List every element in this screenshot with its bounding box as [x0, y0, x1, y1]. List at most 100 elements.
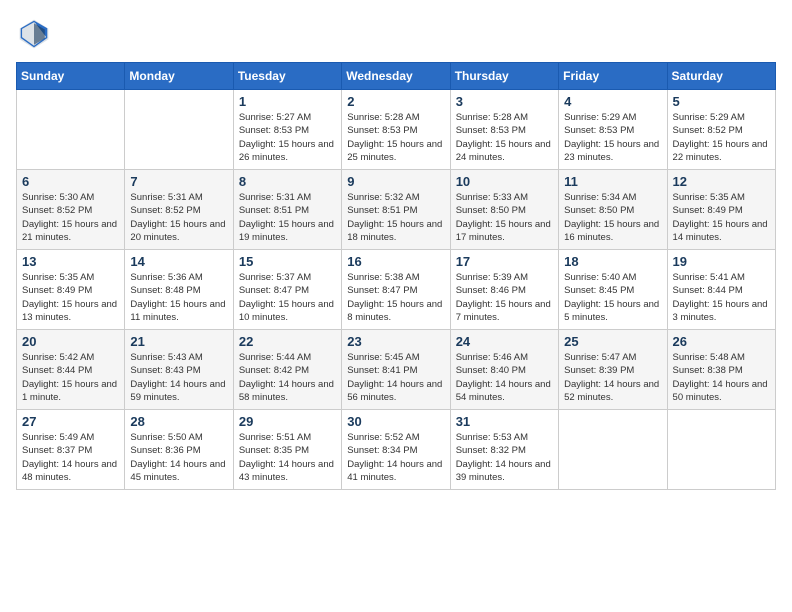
day-number: 21 [130, 334, 227, 349]
page-header [16, 16, 776, 52]
logo-icon [16, 16, 52, 52]
calendar-cell: 3 Sunrise: 5:28 AMSunset: 8:53 PMDaylight… [450, 90, 558, 170]
weekday-header-row: SundayMondayTuesdayWednesdayThursdayFrid… [17, 63, 776, 90]
day-info: Sunrise: 5:47 AMSunset: 8:39 PMDaylight:… [564, 351, 661, 404]
calendar-cell: 14 Sunrise: 5:36 AMSunset: 8:48 PMDayligh… [125, 250, 233, 330]
day-number: 7 [130, 174, 227, 189]
day-number: 13 [22, 254, 119, 269]
day-number: 1 [239, 94, 336, 109]
calendar-cell: 18 Sunrise: 5:40 AMSunset: 8:45 PMDayligh… [559, 250, 667, 330]
day-number: 22 [239, 334, 336, 349]
calendar-cell: 29 Sunrise: 5:51 AMSunset: 8:35 PMDayligh… [233, 410, 341, 490]
weekday-header-sunday: Sunday [17, 63, 125, 90]
day-info: Sunrise: 5:38 AMSunset: 8:47 PMDaylight:… [347, 271, 444, 324]
day-number: 6 [22, 174, 119, 189]
day-info: Sunrise: 5:40 AMSunset: 8:45 PMDaylight:… [564, 271, 661, 324]
calendar-cell: 31 Sunrise: 5:53 AMSunset: 8:32 PMDayligh… [450, 410, 558, 490]
day-info: Sunrise: 5:27 AMSunset: 8:53 PMDaylight:… [239, 111, 336, 164]
calendar-cell: 15Sunrise: 5:37 AMSunset: 8:47 PMDayligh… [233, 250, 341, 330]
day-info: Sunrise: 5:31 AMSunset: 8:52 PMDaylight:… [130, 191, 227, 244]
day-number: 11 [564, 174, 661, 189]
calendar-cell: 7 Sunrise: 5:31 AMSunset: 8:52 PMDaylight… [125, 170, 233, 250]
day-info: Sunrise: 5:31 AMSunset: 8:51 PMDaylight:… [239, 191, 336, 244]
calendar-cell [17, 90, 125, 170]
day-info: Sunrise: 5:51 AMSunset: 8:35 PMDaylight:… [239, 431, 336, 484]
day-number: 31 [456, 414, 553, 429]
day-info: Sunrise: 5:46 AMSunset: 8:40 PMDaylight:… [456, 351, 553, 404]
calendar-cell: 5Sunrise: 5:29 AMSunset: 8:52 PMDaylight… [667, 90, 775, 170]
weekday-header-thursday: Thursday [450, 63, 558, 90]
day-number: 3 [456, 94, 553, 109]
day-number: 14 [130, 254, 227, 269]
day-info: Sunrise: 5:49 AMSunset: 8:37 PMDaylight:… [22, 431, 119, 484]
day-number: 8 [239, 174, 336, 189]
calendar-cell: 6 Sunrise: 5:30 AMSunset: 8:52 PMDaylight… [17, 170, 125, 250]
day-info: Sunrise: 5:44 AMSunset: 8:42 PMDaylight:… [239, 351, 336, 404]
calendar-cell: 22 Sunrise: 5:44 AMSunset: 8:42 PMDayligh… [233, 330, 341, 410]
day-info: Sunrise: 5:28 AMSunset: 8:53 PMDaylight:… [347, 111, 444, 164]
calendar-cell [667, 410, 775, 490]
day-info: Sunrise: 5:35 AMSunset: 8:49 PMDaylight:… [22, 271, 119, 324]
calendar-cell: 26Sunrise: 5:48 AMSunset: 8:38 PMDayligh… [667, 330, 775, 410]
day-info: Sunrise: 5:50 AMSunset: 8:36 PMDaylight:… [130, 431, 227, 484]
day-number: 23 [347, 334, 444, 349]
calendar-cell: 25 Sunrise: 5:47 AMSunset: 8:39 PMDayligh… [559, 330, 667, 410]
day-info: Sunrise: 5:29 AMSunset: 8:53 PMDaylight:… [564, 111, 661, 164]
day-number: 4 [564, 94, 661, 109]
day-number: 18 [564, 254, 661, 269]
day-info: Sunrise: 5:35 AMSunset: 8:49 PMDaylight:… [673, 191, 770, 244]
calendar-cell: 23 Sunrise: 5:45 AMSunset: 8:41 PMDayligh… [342, 330, 450, 410]
day-number: 30 [347, 414, 444, 429]
day-number: 24 [456, 334, 553, 349]
day-info: Sunrise: 5:37 AMSunset: 8:47 PMDaylight:… [239, 271, 336, 324]
day-number: 29 [239, 414, 336, 429]
calendar-cell: 21Sunrise: 5:43 AMSunset: 8:43 PMDayligh… [125, 330, 233, 410]
day-info: Sunrise: 5:53 AMSunset: 8:32 PMDaylight:… [456, 431, 553, 484]
weekday-header-wednesday: Wednesday [342, 63, 450, 90]
calendar-week-row: 6 Sunrise: 5:30 AMSunset: 8:52 PMDaylight… [17, 170, 776, 250]
day-info: Sunrise: 5:41 AMSunset: 8:44 PMDaylight:… [673, 271, 770, 324]
calendar-cell: 28 Sunrise: 5:50 AMSunset: 8:36 PMDayligh… [125, 410, 233, 490]
day-info: Sunrise: 5:32 AMSunset: 8:51 PMDaylight:… [347, 191, 444, 244]
calendar-cell: 12 Sunrise: 5:35 AMSunset: 8:49 PMDayligh… [667, 170, 775, 250]
day-info: Sunrise: 5:45 AMSunset: 8:41 PMDaylight:… [347, 351, 444, 404]
calendar-cell: 20 Sunrise: 5:42 AMSunset: 8:44 PMDayligh… [17, 330, 125, 410]
calendar-cell: 8 Sunrise: 5:31 AMSunset: 8:51 PMDaylight… [233, 170, 341, 250]
day-number: 17 [456, 254, 553, 269]
weekday-header-friday: Friday [559, 63, 667, 90]
day-number: 16 [347, 254, 444, 269]
calendar-cell: 2Sunrise: 5:28 AMSunset: 8:53 PMDaylight… [342, 90, 450, 170]
day-number: 19 [673, 254, 770, 269]
day-info: Sunrise: 5:39 AMSunset: 8:46 PMDaylight:… [456, 271, 553, 324]
calendar-cell: 16 Sunrise: 5:38 AMSunset: 8:47 PMDayligh… [342, 250, 450, 330]
day-info: Sunrise: 5:30 AMSunset: 8:52 PMDaylight:… [22, 191, 119, 244]
weekday-header-tuesday: Tuesday [233, 63, 341, 90]
day-info: Sunrise: 5:29 AMSunset: 8:52 PMDaylight:… [673, 111, 770, 164]
calendar-cell: 11Sunrise: 5:34 AMSunset: 8:50 PMDayligh… [559, 170, 667, 250]
calendar-cell [125, 90, 233, 170]
calendar-cell: 30 Sunrise: 5:52 AMSunset: 8:34 PMDayligh… [342, 410, 450, 490]
day-info: Sunrise: 5:42 AMSunset: 8:44 PMDaylight:… [22, 351, 119, 404]
day-number: 20 [22, 334, 119, 349]
day-info: Sunrise: 5:33 AMSunset: 8:50 PMDaylight:… [456, 191, 553, 244]
calendar-cell: 9Sunrise: 5:32 AMSunset: 8:51 PMDaylight… [342, 170, 450, 250]
day-info: Sunrise: 5:52 AMSunset: 8:34 PMDaylight:… [347, 431, 444, 484]
calendar-cell: 24 Sunrise: 5:46 AMSunset: 8:40 PMDayligh… [450, 330, 558, 410]
calendar-week-row: 20 Sunrise: 5:42 AMSunset: 8:44 PMDayligh… [17, 330, 776, 410]
calendar-cell: 13 Sunrise: 5:35 AMSunset: 8:49 PMDayligh… [17, 250, 125, 330]
calendar-cell: 4 Sunrise: 5:29 AMSunset: 8:53 PMDaylight… [559, 90, 667, 170]
day-info: Sunrise: 5:48 AMSunset: 8:38 PMDaylight:… [673, 351, 770, 404]
calendar-cell: 27Sunrise: 5:49 AMSunset: 8:37 PMDayligh… [17, 410, 125, 490]
day-number: 25 [564, 334, 661, 349]
calendar-week-row: 27Sunrise: 5:49 AMSunset: 8:37 PMDayligh… [17, 410, 776, 490]
calendar-cell: 17 Sunrise: 5:39 AMSunset: 8:46 PMDayligh… [450, 250, 558, 330]
calendar-cell [559, 410, 667, 490]
day-number: 12 [673, 174, 770, 189]
calendar-cell: 10Sunrise: 5:33 AMSunset: 8:50 PMDayligh… [450, 170, 558, 250]
calendar-week-row: 13 Sunrise: 5:35 AMSunset: 8:49 PMDayligh… [17, 250, 776, 330]
day-info: Sunrise: 5:36 AMSunset: 8:48 PMDaylight:… [130, 271, 227, 324]
calendar-week-row: 1 Sunrise: 5:27 AMSunset: 8:53 PMDaylight… [17, 90, 776, 170]
day-info: Sunrise: 5:28 AMSunset: 8:53 PMDaylight:… [456, 111, 553, 164]
logo [16, 16, 58, 52]
day-number: 28 [130, 414, 227, 429]
